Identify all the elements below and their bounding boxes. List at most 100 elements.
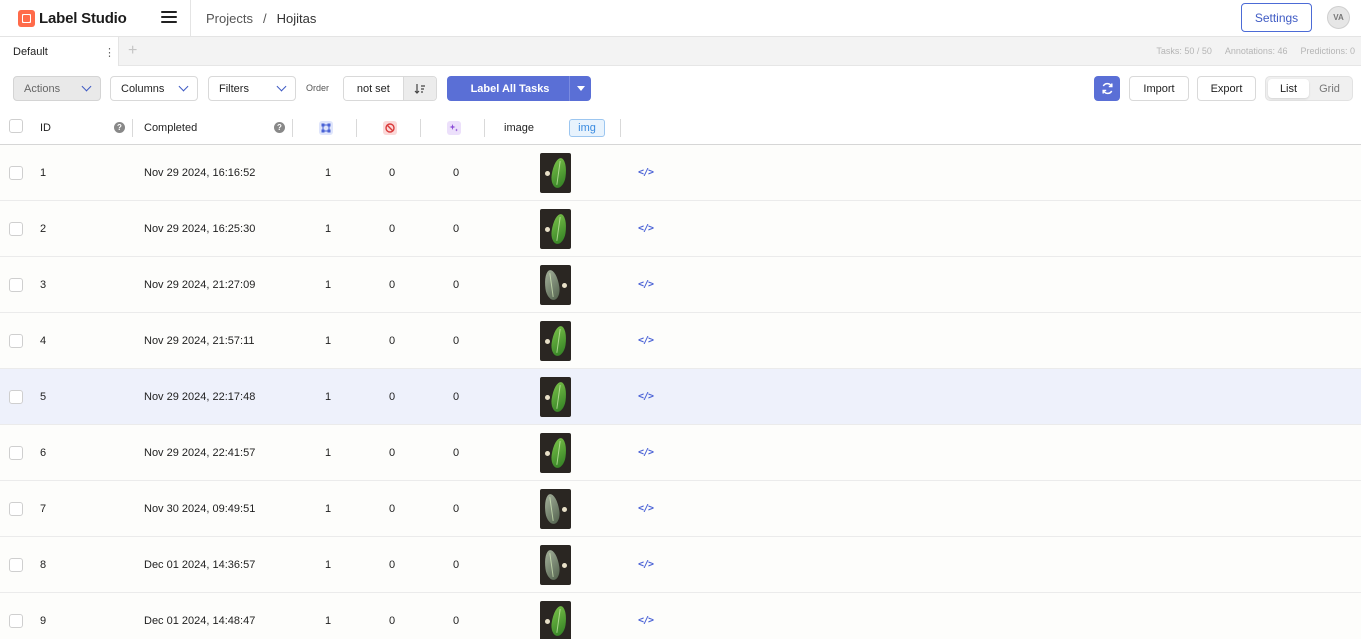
table-row[interactable]: 5 Nov 29 2024, 22:17:48 1 0 0 </> bbox=[0, 369, 1361, 425]
column-resizer[interactable] bbox=[292, 119, 293, 137]
code-icon[interactable]: </> bbox=[638, 559, 654, 570]
table-row[interactable]: 2 Nov 29 2024, 16:25:30 1 0 0 </> bbox=[0, 201, 1361, 257]
label-all-tasks-button[interactable]: Label All Tasks bbox=[447, 76, 591, 101]
cell-annotations-count: 1 bbox=[324, 447, 332, 459]
cell-completed: Nov 29 2024, 22:17:48 bbox=[144, 391, 256, 403]
breadcrumb-projects[interactable]: Projects bbox=[206, 11, 253, 26]
order-select[interactable]: not set bbox=[344, 77, 403, 100]
image-thumbnail[interactable] bbox=[540, 265, 571, 305]
image-thumbnail[interactable] bbox=[540, 377, 571, 417]
code-icon[interactable]: </> bbox=[638, 335, 654, 346]
leaf-marker bbox=[545, 451, 550, 456]
cell-cancelled-count: 0 bbox=[388, 167, 396, 179]
image-thumbnail[interactable] bbox=[540, 153, 571, 193]
refresh-icon[interactable] bbox=[1094, 76, 1120, 101]
table-row[interactable]: 6 Nov 29 2024, 22:41:57 1 0 0 </> bbox=[0, 425, 1361, 481]
code-icon[interactable]: </> bbox=[638, 223, 654, 234]
leaf-marker bbox=[545, 339, 550, 344]
code-icon[interactable]: </> bbox=[638, 447, 654, 458]
row-checkbox[interactable] bbox=[9, 222, 23, 236]
row-checkbox[interactable] bbox=[9, 614, 23, 628]
stat-predictions: Predictions: 0 bbox=[1300, 46, 1355, 56]
code-icon[interactable]: </> bbox=[638, 615, 654, 626]
cell-id: 3 bbox=[40, 279, 47, 291]
cell-id: 5 bbox=[40, 391, 47, 403]
row-checkbox[interactable] bbox=[9, 278, 23, 292]
table-row[interactable]: 4 Nov 29 2024, 21:57:11 1 0 0 </> bbox=[0, 313, 1361, 369]
breadcrumb-separator: / bbox=[262, 11, 267, 26]
breadcrumb-current-project[interactable]: Hojitas bbox=[277, 11, 317, 26]
image-thumbnail[interactable] bbox=[540, 433, 571, 473]
leaf-image bbox=[549, 605, 569, 637]
menu-icon[interactable] bbox=[161, 11, 177, 25]
sort-direction-icon[interactable] bbox=[402, 77, 436, 100]
label-studio-logo-icon bbox=[18, 9, 35, 27]
select-all-checkbox[interactable] bbox=[9, 119, 23, 133]
code-icon[interactable]: </> bbox=[638, 279, 654, 290]
caret-down-icon[interactable] bbox=[569, 76, 591, 101]
row-checkbox[interactable] bbox=[9, 502, 23, 516]
project-stats: Tasks: 50 / 50 Annotations: 46 Predictio… bbox=[1156, 46, 1355, 56]
image-thumbnail[interactable] bbox=[540, 545, 571, 585]
row-checkbox[interactable] bbox=[9, 558, 23, 572]
help-icon[interactable]: ? bbox=[274, 122, 285, 133]
leaf-image bbox=[549, 381, 569, 413]
app-logo[interactable]: Label Studio bbox=[18, 9, 127, 27]
tab-menu-icon[interactable]: ⋮ bbox=[104, 46, 115, 59]
tab-default[interactable]: Default bbox=[0, 37, 119, 66]
cell-completed: Nov 29 2024, 22:41:57 bbox=[144, 447, 256, 459]
column-resizer[interactable] bbox=[356, 119, 357, 137]
row-checkbox[interactable] bbox=[9, 390, 23, 404]
tabs-bar: Default ⋮ + Tasks: 50 / 50 Annotations: … bbox=[0, 37, 1361, 66]
annotations-icon[interactable] bbox=[319, 121, 333, 135]
leaf-image bbox=[542, 269, 562, 301]
row-checkbox[interactable] bbox=[9, 166, 23, 180]
help-icon[interactable]: ? bbox=[114, 122, 125, 133]
column-resizer[interactable] bbox=[420, 119, 421, 137]
cell-cancelled-count: 0 bbox=[388, 391, 396, 403]
row-checkbox[interactable] bbox=[9, 334, 23, 348]
cell-predictions-count: 0 bbox=[452, 559, 460, 571]
table-row[interactable]: 1 Nov 29 2024, 16:16:52 1 0 0 </> bbox=[0, 145, 1361, 201]
view-toggle: List Grid bbox=[1265, 76, 1353, 101]
image-thumbnail[interactable] bbox=[540, 321, 571, 361]
cancelled-icon[interactable] bbox=[383, 121, 397, 135]
add-tab-icon[interactable]: + bbox=[128, 42, 137, 60]
column-resizer[interactable] bbox=[132, 119, 133, 137]
code-icon[interactable]: </> bbox=[638, 167, 654, 178]
row-checkbox[interactable] bbox=[9, 446, 23, 460]
column-header-image[interactable]: image bbox=[504, 122, 534, 134]
image-thumbnail[interactable] bbox=[540, 489, 571, 529]
cell-annotations-count: 1 bbox=[324, 167, 332, 179]
stat-annotations: Annotations: 46 bbox=[1224, 46, 1288, 56]
view-grid-option[interactable]: Grid bbox=[1309, 79, 1350, 98]
predictions-icon[interactable] bbox=[447, 121, 461, 135]
column-resizer[interactable] bbox=[620, 119, 621, 137]
view-list-option[interactable]: List bbox=[1268, 79, 1309, 98]
columns-dropdown[interactable]: Columns bbox=[110, 76, 198, 101]
cell-predictions-count: 0 bbox=[452, 503, 460, 515]
table-row[interactable]: 7 Nov 30 2024, 09:49:51 1 0 0 </> bbox=[0, 481, 1361, 537]
export-button[interactable]: Export bbox=[1197, 76, 1256, 101]
table-row[interactable]: 8 Dec 01 2024, 14:36:57 1 0 0 </> bbox=[0, 537, 1361, 593]
table-row[interactable]: 3 Nov 29 2024, 21:27:09 1 0 0 </> bbox=[0, 257, 1361, 313]
import-button[interactable]: Import bbox=[1129, 76, 1189, 101]
code-icon[interactable]: </> bbox=[638, 503, 654, 514]
cell-annotations-count: 1 bbox=[324, 223, 332, 235]
cell-id: 1 bbox=[40, 167, 47, 179]
actions-dropdown[interactable]: Actions bbox=[13, 76, 101, 101]
leaf-marker bbox=[545, 395, 550, 400]
code-icon[interactable]: </> bbox=[638, 391, 654, 402]
image-thumbnail[interactable] bbox=[540, 209, 571, 249]
table-row[interactable]: 9 Dec 01 2024, 14:48:47 1 0 0 </> bbox=[0, 593, 1361, 639]
column-header-completed[interactable]: Completed bbox=[144, 122, 197, 134]
cell-predictions-count: 0 bbox=[452, 335, 460, 347]
image-thumbnail[interactable] bbox=[540, 601, 571, 639]
filters-dropdown[interactable]: Filters bbox=[208, 76, 296, 101]
settings-button[interactable]: Settings bbox=[1241, 3, 1312, 32]
column-header-id[interactable]: ID bbox=[40, 122, 51, 134]
avatar[interactable]: VA bbox=[1327, 6, 1350, 29]
column-resizer[interactable] bbox=[484, 119, 485, 137]
leaf-image bbox=[542, 493, 562, 525]
cell-id: 9 bbox=[40, 615, 47, 627]
